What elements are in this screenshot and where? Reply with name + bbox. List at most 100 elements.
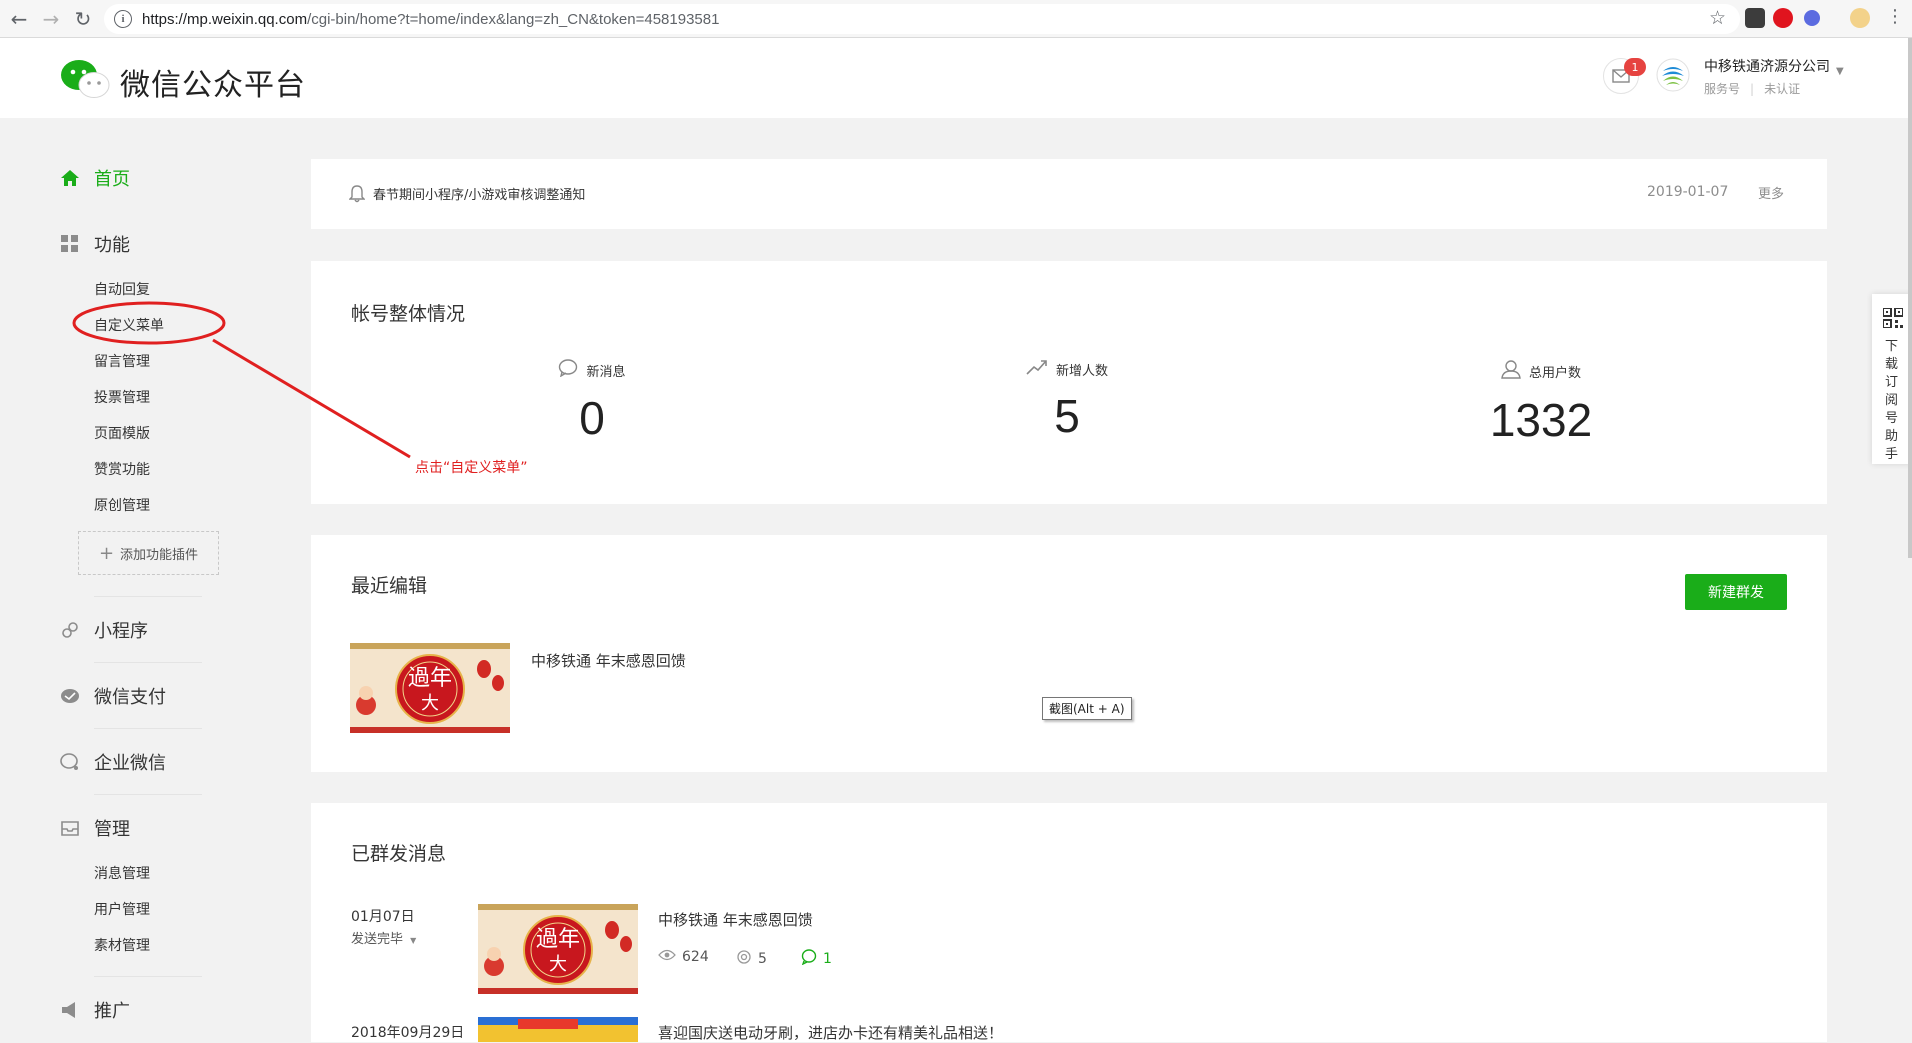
recent-article-title[interactable]: 中移铁通 年末感恩回馈 — [531, 650, 686, 671]
notice-date: 2019-01-07 — [1647, 184, 1729, 200]
stat-label: 总用户数 — [1528, 365, 1581, 381]
top-header: 微信公众平台 1 中移铁通济源分公司 服务号 | 未认证 ▼ — [0, 38, 1912, 118]
stat-value: 5 — [1054, 390, 1080, 442]
sidebar-item-auto-reply[interactable]: 自动回复 — [94, 279, 150, 299]
grid-icon — [60, 234, 80, 254]
likes-metric: 5 — [736, 949, 767, 969]
back-icon[interactable]: ← — [6, 6, 32, 32]
sidebar-item-work-wechat[interactable]: 企业微信 — [60, 749, 166, 775]
article-thumbnail[interactable]: 過年 大 — [350, 643, 510, 733]
bell-icon — [349, 185, 365, 203]
sidebar-item-custom-menu[interactable]: 自定义菜单 — [94, 315, 164, 335]
svg-text:大: 大 — [421, 693, 439, 714]
notice-bar: 春节期间小程序/小游戏审核调整通知 2019-01-07 更多 — [311, 159, 1827, 229]
views-metric: 624 — [658, 949, 709, 965]
scrollbar[interactable] — [1908, 38, 1912, 558]
divider — [94, 794, 202, 795]
divider — [94, 596, 202, 597]
sidebar-item-original[interactable]: 原创管理 — [94, 495, 150, 515]
info-icon[interactable]: i — [114, 10, 132, 28]
sidebar-item-label: 小程序 — [94, 621, 148, 642]
browser-toolbar: ← → ↻ i https://mp.weixin.qq.com/cgi-bin… — [0, 0, 1912, 38]
stat-new-messages[interactable]: 新消息 0 — [442, 359, 742, 445]
account-name[interactable]: 中移铁通济源分公司 — [1704, 56, 1830, 76]
sent-article-title[interactable]: 中移铁通 年末感恩回馈 — [658, 909, 813, 930]
download-assistant-label: 下载订阅号助手 — [1885, 339, 1899, 462]
account-meta: 服务号 | 未认证 — [1704, 82, 1801, 96]
wallet-icon — [60, 686, 80, 706]
megaphone-icon — [60, 1000, 80, 1020]
stat-value: 0 — [579, 392, 605, 444]
eye-icon — [658, 949, 676, 965]
notice-link[interactable]: 春节期间小程序/小游戏审核调整通知 — [373, 184, 585, 203]
svg-text:過年: 過年 — [408, 666, 452, 691]
home-icon — [60, 168, 80, 188]
sidebar-item-comments[interactable]: 留言管理 — [94, 351, 150, 371]
shield-extension-icon[interactable] — [1804, 10, 1820, 26]
comments-metric[interactable]: 1 — [801, 949, 832, 969]
divider — [94, 662, 202, 663]
notice-more-link[interactable]: 更多 — [1758, 183, 1784, 202]
sidebar-item-label: 管理 — [94, 819, 130, 840]
inbox-icon — [60, 818, 80, 838]
sidebar-group-management[interactable]: 管理 — [60, 815, 130, 841]
sent-title: 已群发消息 — [351, 843, 447, 865]
sidebar-item-home[interactable]: 首页 — [60, 165, 130, 191]
account-avatar[interactable] — [1656, 58, 1690, 92]
plus-icon: + — [98, 542, 115, 564]
sent-article-title[interactable]: 喜迎国庆送电动牙刷，进店办卡还有精美礼品相送！ — [658, 1022, 1003, 1043]
views-count: 624 — [682, 949, 709, 965]
new-broadcast-button[interactable]: 新建群发 — [1685, 574, 1787, 610]
comment-icon — [801, 949, 817, 969]
brand-title[interactable]: 微信公众平台 — [120, 60, 306, 104]
sidebar-item-materials[interactable]: 素材管理 — [94, 935, 150, 955]
sent-date: 01月07日 — [351, 909, 415, 925]
annotation-text: 点击“自定义菜单” — [415, 460, 528, 476]
menu-dots-icon[interactable]: ⋮ — [1886, 6, 1904, 27]
sidebar-item-promotion[interactable]: 推广 — [60, 997, 130, 1023]
wechat-logo-icon[interactable] — [60, 58, 110, 100]
add-plugin-label: 添加功能插件 — [120, 547, 199, 563]
chevron-down-icon: ▼ — [410, 936, 417, 945]
sidebar-item-rewards[interactable]: 赞赏功能 — [94, 459, 150, 479]
sidebar-item-label: 推广 — [94, 1001, 130, 1022]
sidebar-group-features[interactable]: 功能 — [60, 231, 130, 257]
overview-title: 帐号整体情况 — [351, 303, 466, 325]
add-plugin-button[interactable]: + 添加功能插件 — [78, 531, 219, 575]
sidebar-item-label: 微信支付 — [94, 687, 166, 708]
stat-label: 新消息 — [586, 364, 626, 380]
link-icon — [60, 620, 80, 640]
sidebar-item-mini-program[interactable]: 小程序 — [60, 617, 148, 643]
account-type: 服务号 — [1704, 82, 1741, 96]
url-text: https://mp.weixin.qq.com/cgi-bin/home?t=… — [142, 10, 720, 28]
chevron-down-icon[interactable]: ▼ — [1836, 66, 1844, 77]
sent-status[interactable]: 发送完毕 ▼ — [351, 928, 416, 947]
sidebar-item-messages[interactable]: 消息管理 — [94, 863, 150, 883]
extension-icon[interactable] — [1745, 8, 1765, 28]
like-icon — [736, 949, 752, 969]
stat-total-users[interactable]: 总用户数 1332 — [1391, 359, 1691, 447]
stat-new-followers[interactable]: 新增人数 5 — [917, 359, 1217, 443]
sent-article-thumbnail[interactable] — [478, 1017, 638, 1042]
reload-icon[interactable]: ↻ — [70, 6, 96, 32]
download-assistant-panel[interactable]: 下载订阅号助手 — [1872, 294, 1912, 464]
sidebar-item-page-templates[interactable]: 页面模版 — [94, 423, 150, 443]
message-count-badge: 1 — [1624, 58, 1646, 76]
sent-messages-card: 已群发消息 01月07日 发送完毕 ▼ 過年 大 中移铁通 年末感恩回馈 624 — [311, 803, 1827, 1042]
profile-avatar-icon[interactable] — [1850, 8, 1870, 28]
opera-extension-icon[interactable] — [1773, 8, 1793, 28]
sidebar-item-votes[interactable]: 投票管理 — [94, 387, 150, 407]
account-verify-status: 未认证 — [1764, 82, 1801, 96]
svg-text:大: 大 — [549, 954, 567, 975]
sent-article-thumbnail[interactable]: 過年 大 — [478, 904, 638, 994]
bookmark-star-icon[interactable]: ☆ — [1709, 7, 1726, 29]
sidebar-item-wechat-pay[interactable]: 微信支付 — [60, 683, 166, 709]
forward-icon[interactable]: → — [38, 6, 64, 32]
address-bar[interactable]: i https://mp.weixin.qq.com/cgi-bin/home?… — [104, 4, 1740, 34]
svg-text:過年: 過年 — [536, 927, 580, 952]
chat-icon — [60, 752, 80, 772]
account-overview-card: 帐号整体情况 新消息 0 新增人数 5 总用户数 1332 — [311, 261, 1827, 504]
sent-status-label: 发送完毕 — [351, 932, 404, 947]
sidebar-item-users[interactable]: 用户管理 — [94, 899, 150, 919]
user-icon — [1501, 359, 1521, 383]
